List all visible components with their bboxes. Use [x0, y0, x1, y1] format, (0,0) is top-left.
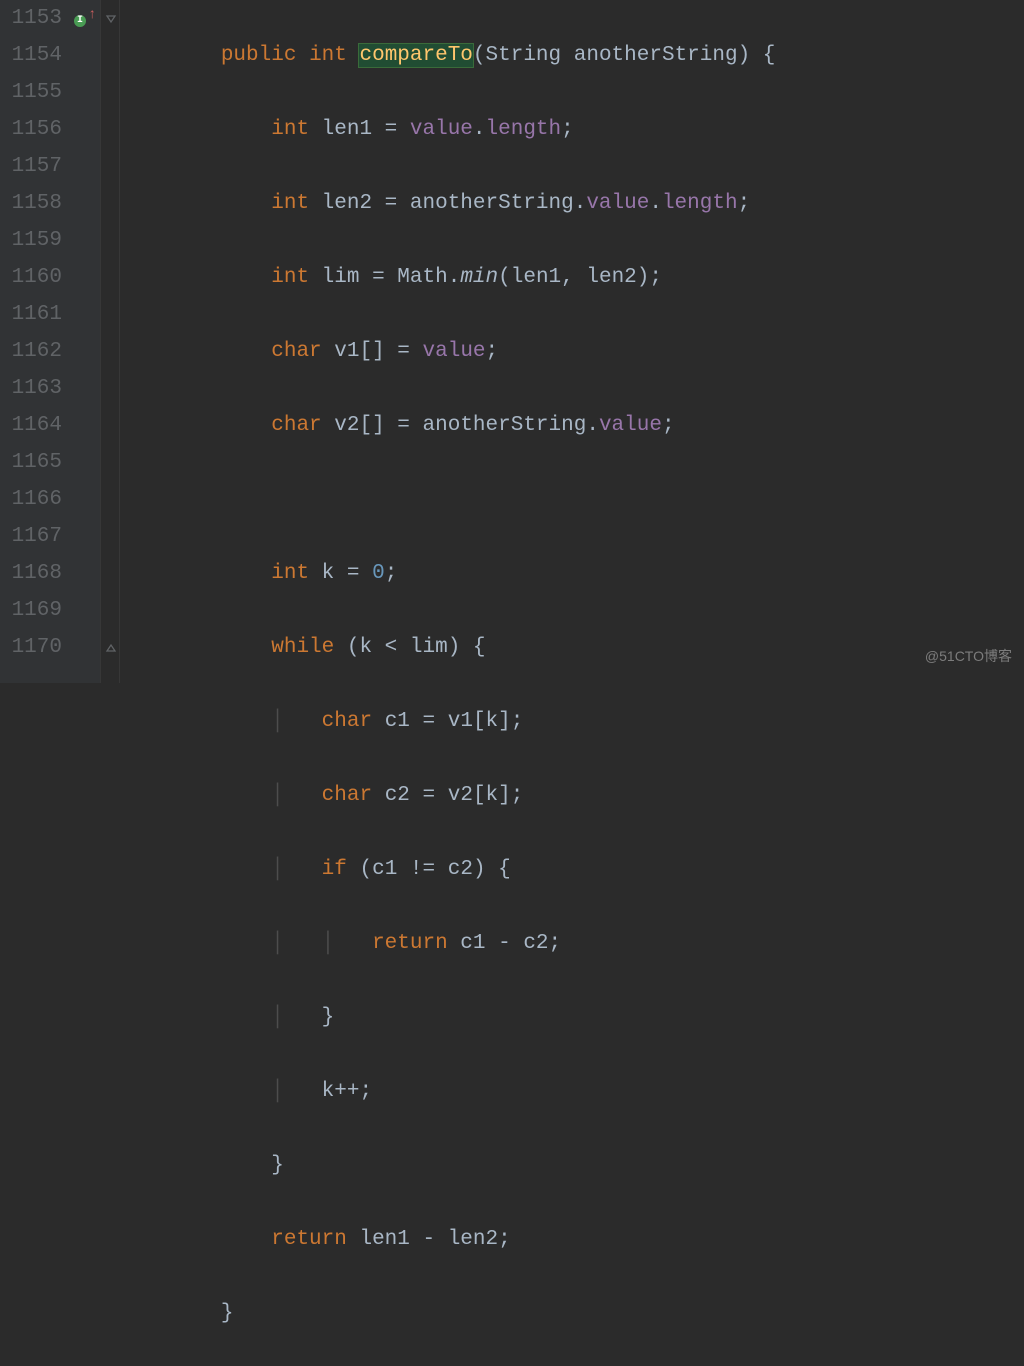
line-number: 1162 [8, 333, 62, 370]
line-number: 1163 [8, 370, 62, 407]
line-number: 1169 [8, 592, 62, 629]
fold-gutter [100, 0, 120, 683]
fold-close-icon[interactable] [104, 641, 118, 655]
line-number: 1155 [8, 74, 62, 111]
line-number-gutter: 1153 1154 1155 1156 1157 1158 1159 1160 … [0, 0, 72, 683]
implements-icon[interactable]: I [74, 12, 86, 27]
line-number: 1153 [8, 0, 62, 37]
code-content[interactable]: public int compareTo(String anotherStrin… [120, 0, 1024, 683]
method-name-highlight: compareTo [359, 44, 472, 67]
field: value [410, 118, 473, 141]
keyword: public [221, 44, 297, 67]
line-number: 1164 [8, 407, 62, 444]
line-number: 1165 [8, 444, 62, 481]
line-number: 1161 [8, 296, 62, 333]
parameter: anotherString [574, 44, 738, 67]
override-up-icon[interactable]: ↑ [88, 8, 96, 22]
line-number: 1159 [8, 222, 62, 259]
number-literal: 0 [372, 562, 385, 585]
gutter-marks: I ↑ @ [72, 0, 100, 683]
line-number: 1170 [8, 629, 62, 666]
watermark: @51CTO博客 [925, 638, 1012, 675]
line-number: 1154 [8, 37, 62, 74]
line-number: 1168 [8, 555, 62, 592]
fold-open-icon[interactable] [104, 12, 118, 26]
static-method: min [460, 266, 498, 289]
keyword: int [309, 44, 347, 67]
line-number: 1166 [8, 481, 62, 518]
line-number: 1156 [8, 111, 62, 148]
line-number: 1167 [8, 518, 62, 555]
line-number: 1157 [8, 148, 62, 185]
line-number: 1158 [8, 185, 62, 222]
line-number: 1160 [8, 259, 62, 296]
code-editor[interactable]: 1153 1154 1155 1156 1157 1158 1159 1160 … [0, 0, 1024, 683]
type: String [486, 44, 562, 67]
